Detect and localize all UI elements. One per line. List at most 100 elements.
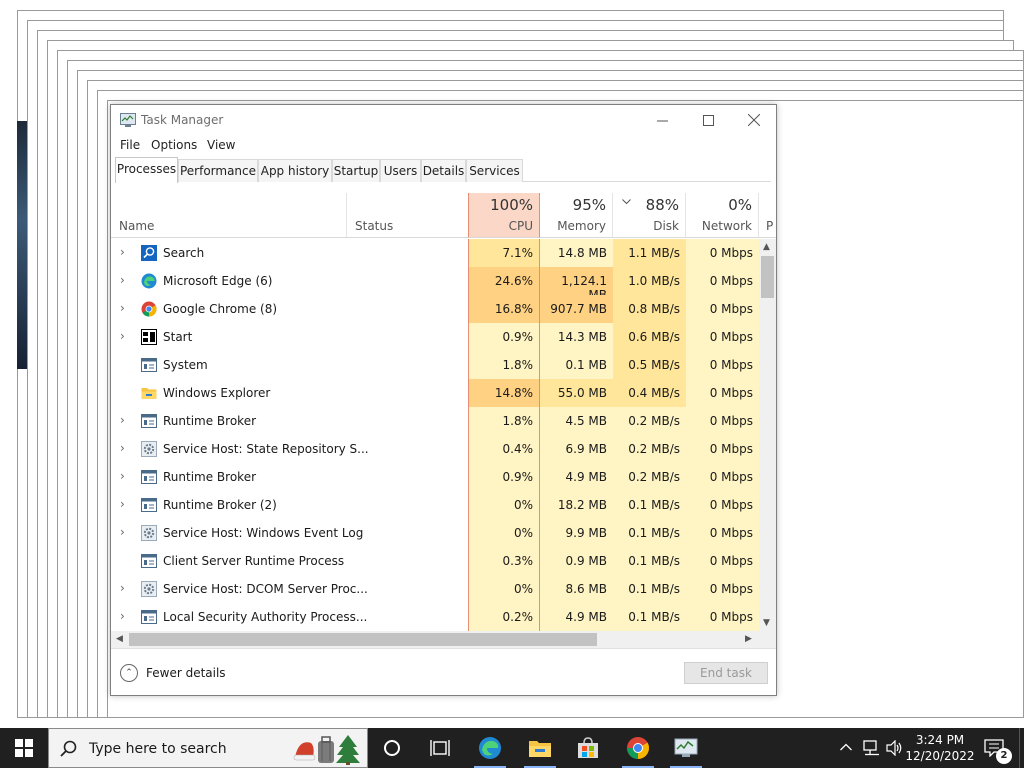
column-header-memory[interactable]: 95% Memory [540,193,613,238]
column-header-name[interactable]: Name [111,193,347,238]
process-network: 0 Mbps [686,491,759,519]
horizontal-scroll-thumb[interactable] [129,633,597,646]
menu-view[interactable]: View [207,138,235,152]
process-row[interactable]: › Google Chrome (8) 16.8% 907.7 MB 0.8 MB/s 0… [111,295,759,323]
scroll-up-icon[interactable]: ▲ [763,242,770,252]
process-row[interactable]: › Service Host: Windows Event Log 0% 9.9 MB… [111,519,759,547]
task-view-button[interactable] [416,728,464,768]
tab-processes[interactable]: Processes [115,157,178,183]
search-icon [60,740,77,757]
process-memory: 0.9 MB [540,547,613,575]
clock[interactable]: 3:24 PM 12/20/2022 [905,732,975,764]
search-placeholder: Type here to search [89,741,227,757]
process-disk: 0.2 MB/s [613,463,686,491]
expand-chevron-icon[interactable]: › [120,329,125,343]
gear-icon [141,581,157,597]
process-row[interactable]: › Service Host: DCOM Server Proc... 0% 8.6 … [111,575,759,603]
title-bar[interactable]: Task Manager [111,105,776,135]
expand-chevron-icon[interactable]: › [120,469,125,483]
process-row[interactable]: Client Server Runtime Process 0.3% 0.9 MB 0… [111,547,759,575]
cortana-circle-icon [384,740,400,756]
tab-details[interactable]: Details [421,159,466,182]
tab-services[interactable]: Services [466,159,523,182]
scroll-down-icon[interactable]: ▼ [763,618,770,628]
process-cpu: 0% [468,519,540,547]
expand-chevron-icon[interactable]: › [120,413,125,427]
process-row[interactable]: › Local Security Authority Process... 0.2%… [111,603,759,631]
volume-tray-button[interactable] [884,728,906,768]
cortana-button[interactable] [368,728,416,768]
end-task-button[interactable]: End task [684,662,768,684]
app-window-icon [141,497,157,513]
speaker-icon [886,740,902,756]
column-header-disk[interactable]: 88% Disk [613,193,686,238]
process-network: 0 Mbps [686,435,759,463]
app-window-icon [141,469,157,485]
process-network: 0 Mbps [686,603,759,631]
process-row[interactable]: › Start 0.9% 14.3 MB 0.6 MB/s 0 Mbps [111,323,759,351]
process-row[interactable]: › Runtime Broker 0.9% 4.9 MB 0.2 MB/s 0 Mbps [111,463,759,491]
task-manager-icon [674,738,698,757]
maximize-button[interactable] [685,105,731,135]
menu-file[interactable]: File [120,138,140,152]
chevron-up-icon [840,743,852,751]
tab-performance[interactable]: Performance [178,159,258,182]
process-row[interactable]: › Runtime Broker (2) 0% 18.2 MB 0.1 MB/s 0 Mb… [111,491,759,519]
show-desktop-button[interactable] [1019,728,1024,768]
taskbar-edge[interactable] [466,728,514,768]
windows-logo-icon [15,739,33,757]
column-header-power-partial[interactable]: P [759,193,776,238]
column-header-cpu[interactable]: 100% CPU [468,193,540,238]
minimize-button[interactable] [639,105,685,135]
expand-chevron-icon[interactable]: › [120,245,125,259]
taskbar-chrome[interactable] [614,728,662,768]
process-disk: 1.0 MB/s [613,267,686,295]
process-cpu: 14.8% [468,379,540,407]
process-name: Service Host: DCOM Server Proc... [163,582,368,596]
tab-startup[interactable]: Startup [332,159,380,182]
process-memory: 8.6 MB [540,575,613,603]
search-icon [141,245,157,261]
process-row[interactable]: Windows Explorer 14.8% 55.0 MB 0.4 MB/s 0 Mb… [111,379,759,407]
expand-chevron-icon[interactable]: › [120,441,125,455]
expand-chevron-icon[interactable]: › [120,581,125,595]
taskbar-task-manager[interactable] [662,728,710,768]
column-header-status[interactable]: Status [347,193,468,238]
network-tray-button[interactable] [860,728,884,768]
process-network: 0 Mbps [686,547,759,575]
expand-chevron-icon[interactable]: › [120,497,125,511]
notification-center-button[interactable]: 2 [978,728,1018,768]
scroll-left-icon[interactable]: ◀ [116,634,123,644]
process-row[interactable]: › Microsoft Edge (6) 24.6%1,124.1 MB1.0 MB… [111,267,759,302]
show-hidden-icons-button[interactable] [836,728,856,768]
process-disk: 0.1 MB/s [613,547,686,575]
process-name: Start [163,330,193,344]
expand-chevron-icon[interactable]: › [120,609,125,623]
process-row[interactable]: › Search 7.1% 14.8 MB 1.1 MB/s 0 Mbps [111,239,759,267]
tab-users[interactable]: Users [380,159,421,182]
taskbar-search-box[interactable]: Type here to search [48,728,368,768]
close-button[interactable] [731,105,777,135]
process-network: 0 Mbps [686,239,759,267]
process-row[interactable]: › Runtime Broker 1.8% 4.5 MB 0.2 MB/s 0 Mbps [111,407,759,435]
taskbar-file-explorer[interactable] [516,728,564,768]
horizontal-scrollbar[interactable]: ◀ ▶ [111,631,759,648]
expand-chevron-icon[interactable]: › [120,273,125,287]
process-disk: 0.8 MB/s [613,295,686,323]
taskbar-microsoft-store[interactable] [564,728,612,768]
vertical-scrollbar[interactable]: ▲ ▼ [759,239,776,631]
tab-app-history[interactable]: App history [258,159,332,182]
column-header-network[interactable]: 0% Network [686,193,759,238]
start-button[interactable] [0,728,48,768]
vertical-scroll-thumb[interactable] [761,256,774,298]
scroll-right-icon[interactable]: ▶ [745,634,752,644]
process-memory: 1,124.1 MB [540,267,613,302]
expand-chevron-icon[interactable]: › [120,301,125,315]
menu-options[interactable]: Options [151,138,197,152]
process-row[interactable]: System 1.8% 0.1 MB 0.5 MB/s 0 Mbps [111,351,759,379]
network-icon [863,740,879,756]
process-network: 0 Mbps [686,323,759,351]
process-name: Runtime Broker (2) [163,498,277,512]
process-row[interactable]: › Service Host: State Repository S... 0.4%… [111,435,759,463]
expand-chevron-icon[interactable]: › [120,525,125,539]
